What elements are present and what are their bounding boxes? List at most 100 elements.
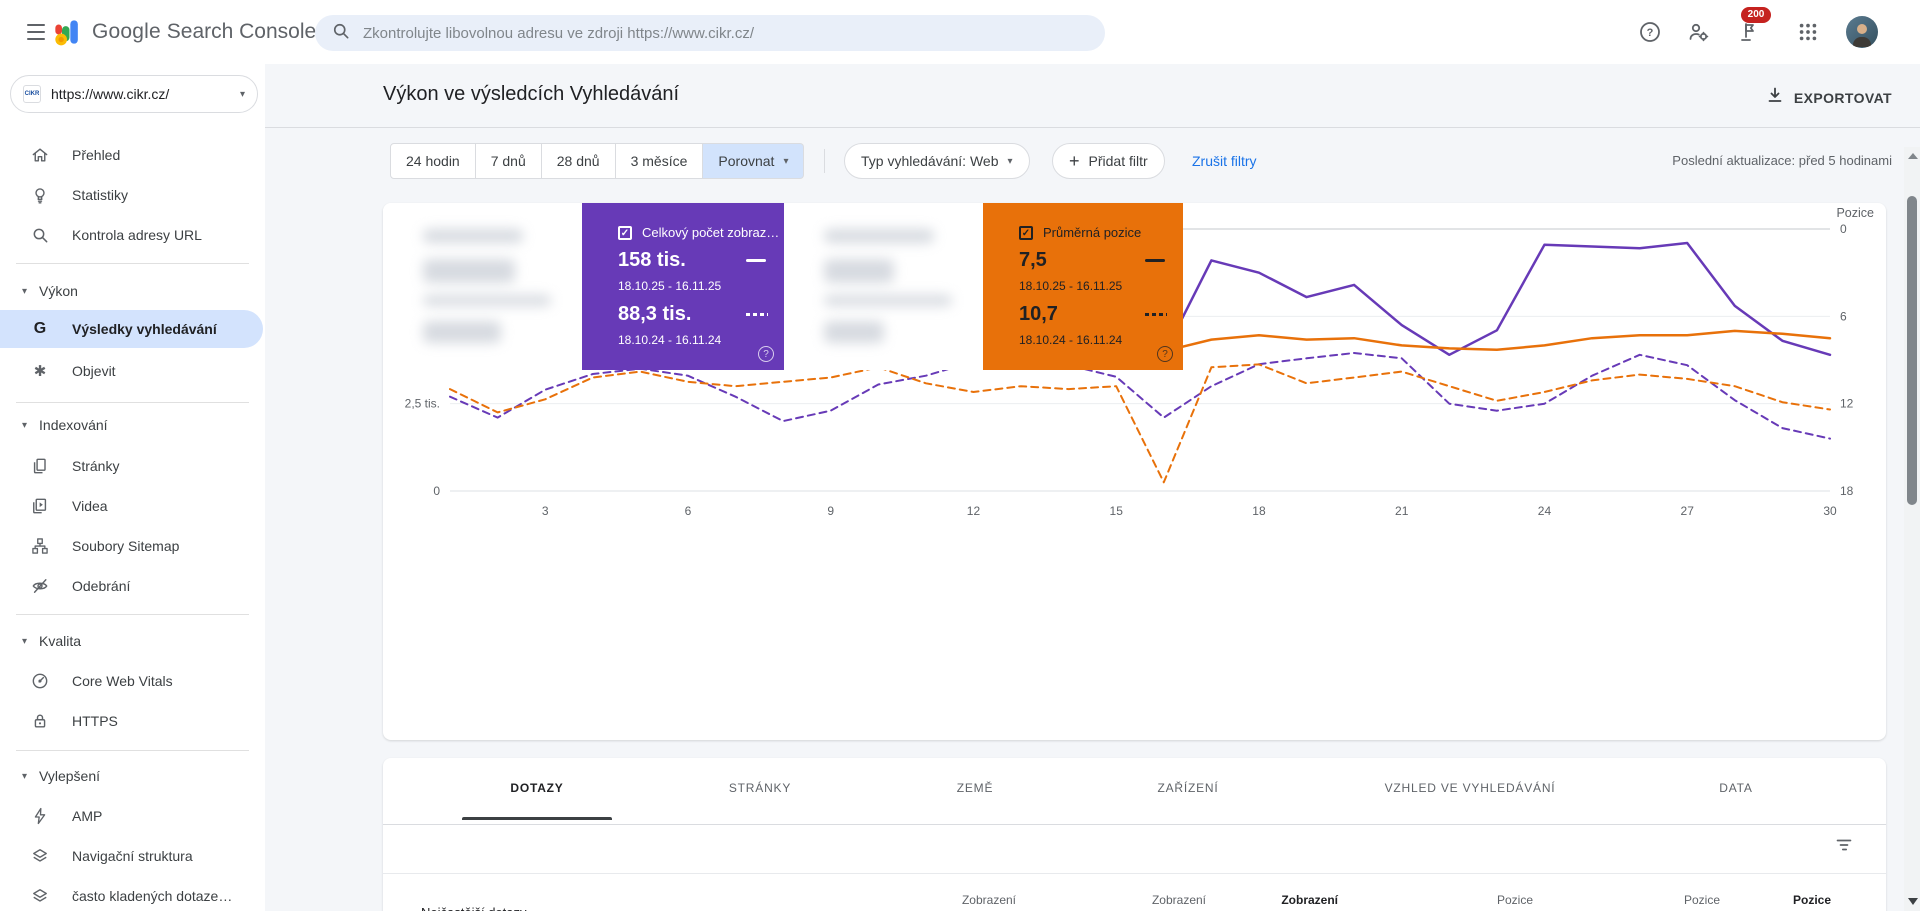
- search-type-filter-chip[interactable]: Typ vyhledávání: Web ▾: [844, 143, 1030, 179]
- section-collapse-icon: ▾: [22, 285, 28, 297]
- url-inspection-searchbox[interactable]: [315, 15, 1105, 51]
- sidebar-section-vylep-en[interactable]: ▾ Vylepšení: [0, 764, 263, 788]
- tab-vzhled-ve-vyhled-v-n[interactable]: VZHLED VE VYHLEDÁVÁNÍ: [1385, 758, 1556, 818]
- lightbulb-icon: [30, 185, 50, 205]
- user-settings-button[interactable]: [1678, 12, 1718, 52]
- help-icon[interactable]: ?: [1157, 346, 1173, 362]
- position-card-label: Průměrná pozice: [1043, 225, 1142, 240]
- position-current-value: 7,5: [1019, 249, 1047, 271]
- section-collapse-icon: ▾: [22, 635, 28, 647]
- filter-separator: [824, 149, 825, 173]
- page-title: Výkon ve výsledcích Vyhledávání: [383, 83, 680, 105]
- tab-zem[interactable]: ZEMĚ: [957, 758, 994, 818]
- add-filter-label: Přidat filtr: [1088, 153, 1148, 169]
- chevron-down-icon: ▾: [239, 88, 245, 100]
- sidebar-item-label: Objevit: [72, 363, 116, 379]
- column-header-pozice-4[interactable]: Pozice: [1684, 893, 1720, 907]
- sidebar-item-kontrola-adresy-url[interactable]: Kontrola adresy URL: [0, 216, 263, 254]
- url-inspection-input[interactable]: [363, 24, 1089, 42]
- impressions-current-range: 18.10.25 - 16.11.25: [618, 279, 722, 293]
- compare-chip-label: Porovnat: [718, 153, 775, 169]
- section-title: Indexování: [39, 417, 108, 433]
- right-axis-tick: 6: [1840, 309, 1847, 323]
- help-icon[interactable]: ?: [758, 346, 774, 362]
- sidebar-item-v-sledky-vyhled-v-n[interactable]: G Výsledky vyhledávání: [0, 310, 263, 348]
- google-apps-grid-button[interactable]: [1788, 12, 1828, 52]
- card-average-ctr-blurred[interactable]: [784, 203, 983, 370]
- x-axis-tick: 6: [685, 504, 692, 518]
- card-total-clicks-blurred[interactable]: [383, 203, 582, 370]
- date-range-segmented-control: 24 hodin 7 dnů 28 dnů 3 měsíce Porovnat ▾: [390, 143, 805, 179]
- sidebar-item-odebr-n[interactable]: Odebrání: [0, 567, 263, 605]
- sidebar-item-videa[interactable]: Videa: [0, 487, 263, 525]
- x-axis-tick: 15: [1110, 504, 1124, 518]
- series-pozice-18-10-24-16-11-24: [449, 363, 1831, 484]
- export-button[interactable]: EXPORTOVAT: [1766, 86, 1892, 109]
- date-range-chip-7-dn[interactable]: 7 dnů: [475, 143, 542, 179]
- blurred-value: [824, 321, 884, 343]
- sidebar-section-kvalita[interactable]: ▾ Kvalita: [0, 629, 263, 653]
- scrollbar-down-arrow[interactable]: [1908, 898, 1918, 905]
- performance-panel: ✓ Celkový počet zobraz… 158 tis. 18.10.2…: [383, 203, 1886, 740]
- add-filter-chip[interactable]: + Přidat filtr: [1052, 143, 1165, 179]
- discover-icon: ✱: [33, 363, 47, 380]
- tab-str-nky[interactable]: STRÁNKY: [729, 758, 791, 818]
- product-title: Google Search Console: [92, 0, 316, 64]
- sidebar-item-soubory-sitemap[interactable]: Soubory Sitemap: [0, 527, 263, 565]
- tab-data[interactable]: DATA: [1719, 758, 1752, 818]
- column-header-zobrazen-1[interactable]: Zobrazení: [1152, 893, 1206, 907]
- impressions-checkbox[interactable]: ✓: [618, 225, 632, 240]
- column-header-pozice-5[interactable]: Pozice: [1793, 893, 1831, 907]
- column-header-zobrazen-2[interactable]: Zobrazení: [1281, 893, 1338, 907]
- sidebar-item-label: Soubory Sitemap: [72, 538, 180, 554]
- column-header-pozice-3[interactable]: Pozice: [1497, 893, 1533, 907]
- tabs-divider: [383, 824, 1886, 825]
- scrollbar-up-arrow[interactable]: [1908, 153, 1918, 159]
- header-divider: [265, 127, 1920, 128]
- sidebar-item-https[interactable]: HTTPS: [0, 702, 263, 740]
- column-header-zobrazen-0[interactable]: Zobrazení: [962, 893, 1016, 907]
- reset-filters-link[interactable]: Zrušit filtry: [1192, 143, 1257, 179]
- blurred-value: [423, 321, 501, 343]
- date-range-chip-24-hodin[interactable]: 24 hodin: [390, 143, 476, 179]
- notification-badge: 200: [1741, 7, 1771, 23]
- avatar[interactable]: [1846, 16, 1878, 48]
- date-range-chip-3-m-s-ce[interactable]: 3 měsíce: [615, 143, 704, 179]
- x-axis-tick: 9: [827, 504, 834, 518]
- home-icon: [30, 145, 50, 165]
- x-axis-tick: 3: [542, 504, 549, 518]
- position-checkbox[interactable]: ✓: [1019, 225, 1033, 240]
- hamburger-menu-button[interactable]: [16, 12, 56, 52]
- sidebar-item-asto-kladen-ch-dotaze[interactable]: často kladených dotaze…: [0, 877, 263, 911]
- compare-chip[interactable]: Porovnat ▾: [703, 143, 805, 179]
- sidebar-section-v-kon[interactable]: ▾ Výkon: [0, 279, 263, 303]
- sidebar-item-core-web-vitals[interactable]: Core Web Vitals: [0, 662, 263, 700]
- table-header-divider: [383, 873, 1886, 874]
- sidebar-item-objevit[interactable]: ✱ Objevit: [0, 352, 263, 390]
- chevron-down-icon: ▾: [1007, 155, 1013, 167]
- sidebar-item-statistiky[interactable]: Statistiky: [0, 176, 263, 214]
- tab-za-zen[interactable]: ZAŘÍZENÍ: [1157, 758, 1218, 818]
- help-button[interactable]: ?: [1630, 12, 1670, 52]
- impressions-current-value: 158 tis.: [618, 249, 686, 271]
- right-axis-title: Pozice: [1836, 206, 1874, 220]
- section-collapse-icon: ▾: [22, 770, 28, 782]
- table-filter-icon[interactable]: [1834, 835, 1854, 855]
- plus-icon: +: [1069, 151, 1080, 171]
- sidebar-item-label: Výsledky vyhledávání: [72, 321, 217, 337]
- sidebar-item-p-ehled[interactable]: Přehled: [0, 136, 263, 174]
- card-average-position[interactable]: ✓ Průměrná pozice 7,5 18.10.25 - 16.11.2…: [983, 203, 1183, 370]
- card-total-impressions[interactable]: ✓ Celkový počet zobraz… 158 tis. 18.10.2…: [582, 203, 784, 370]
- blurred-value: [423, 259, 515, 283]
- date-range-chip-28-dn[interactable]: 28 dnů: [541, 143, 616, 179]
- sidebar-item-str-nky[interactable]: Stránky: [0, 447, 263, 485]
- property-selector[interactable]: CIKR https://www.cikr.cz/ ▾: [10, 75, 258, 113]
- dimensions-panel: DOTAZY STRÁNKY ZEMĚ ZAŘÍZENÍ VZHLED VE VYHLE…: [383, 758, 1886, 911]
- sidebar-divider: [16, 263, 249, 264]
- sidebar-item-amp[interactable]: AMP: [0, 797, 263, 835]
- sidebar-section-indexov-n[interactable]: ▾ Indexování: [0, 413, 263, 437]
- blurred-text: [423, 295, 551, 306]
- sidebar-item-naviga-n-struktura[interactable]: Navigační struktura: [0, 837, 263, 875]
- scrollbar-thumb[interactable]: [1907, 196, 1917, 505]
- tab-dotazy[interactable]: DOTAZY: [510, 758, 563, 818]
